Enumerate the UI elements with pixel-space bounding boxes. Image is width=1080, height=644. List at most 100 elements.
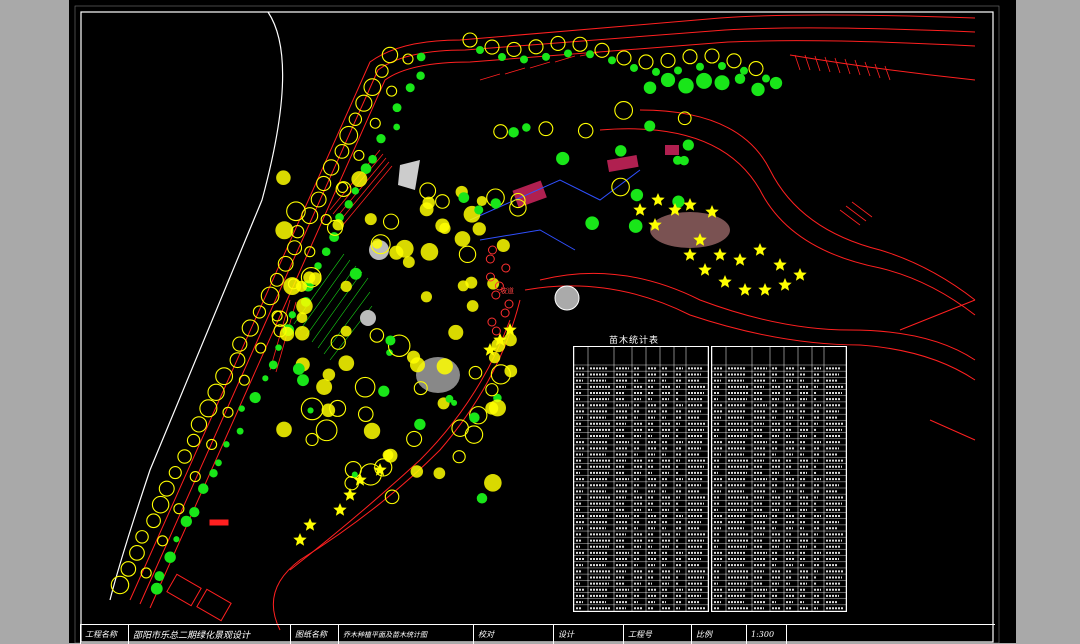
tree-symbol: [363, 78, 382, 97]
shrub-symbol: [522, 123, 531, 132]
project-label: 工程名称: [81, 625, 129, 644]
plant-table-right: [711, 346, 847, 612]
tree-symbol: [260, 286, 280, 306]
dense-tree-symbol: [279, 326, 295, 342]
shrub-symbol: [474, 205, 484, 215]
tree-symbol: [402, 53, 414, 65]
tree-symbol: [577, 122, 594, 139]
palm-symbol: [778, 278, 792, 291]
shrub-symbol: [508, 127, 519, 138]
tree-symbol: [238, 374, 250, 386]
shrub-symbol: [180, 515, 192, 528]
shrub-symbol: [608, 56, 616, 65]
tree-symbol: [419, 182, 437, 200]
pavilion: [398, 160, 420, 190]
plant-table-left: [573, 346, 709, 612]
tree-symbol: [369, 117, 381, 129]
palm-symbol: [718, 275, 732, 288]
tree-symbol: [406, 430, 423, 447]
shrub-symbol: [249, 391, 261, 404]
shrub-symbol: [490, 198, 501, 209]
tree-symbol: [528, 39, 544, 55]
tree-symbol: [241, 319, 259, 337]
shrub-symbol: [351, 187, 360, 195]
shrub-symbol: [368, 154, 377, 164]
shrub-symbol: [476, 493, 488, 504]
tree-symbol: [572, 36, 588, 52]
dense-tree-symbol: [383, 448, 398, 463]
dense-tree-symbol: [439, 222, 451, 235]
dense-tree-symbol: [296, 312, 308, 324]
tree-symbol: [156, 535, 169, 547]
tree-symbol: [704, 48, 720, 64]
checker-label: 校对: [474, 625, 554, 644]
tree-symbol: [348, 112, 363, 126]
tree-symbol: [538, 121, 554, 137]
plant-table-title: 苗木统计表: [609, 336, 660, 346]
tree-symbol: [451, 419, 469, 437]
tree-symbol: [146, 513, 161, 529]
flowering-tree-symbol: [485, 254, 495, 264]
shrub-symbol: [769, 76, 783, 90]
tree-symbol: [140, 567, 152, 579]
dense-tree-symbol: [472, 222, 486, 236]
flowering-tree-symbol: [500, 308, 510, 318]
shrub-symbol: [223, 441, 230, 448]
shrub-symbol: [307, 407, 314, 414]
tree-symbol: [386, 85, 398, 97]
tree-symbol: [135, 530, 149, 544]
shrub-symbol: [262, 375, 269, 382]
shrub-symbol: [628, 219, 643, 233]
shrub-symbol: [458, 192, 470, 203]
tree-symbol: [458, 245, 477, 264]
tree-symbol: [493, 124, 508, 139]
tree-symbol: [357, 406, 374, 422]
shrub-symbol: [674, 66, 682, 75]
title-block: 工程名称 邵阳市乐总二期绿化景观设计 图纸名称 乔木种植平面及苗木统计图 校对 …: [80, 624, 995, 644]
shrub-symbol: [696, 62, 704, 71]
shrub-symbol: [288, 311, 296, 319]
flowering-tree-symbol: [487, 245, 497, 255]
shrub-symbol: [344, 200, 353, 209]
dense-tree-symbol: [275, 221, 294, 240]
dense-tree-symbol: [332, 219, 344, 231]
tree-symbol: [222, 406, 234, 418]
dense-tree-symbol: [466, 300, 479, 312]
palm-symbol: [683, 248, 697, 261]
shrub-symbol: [150, 582, 163, 595]
tree-symbol: [748, 60, 764, 77]
tree-symbol: [452, 450, 466, 464]
plaza-circle-2: [360, 310, 376, 326]
shrub-symbol: [164, 551, 176, 563]
shrub-symbol: [740, 66, 748, 75]
tree-symbol: [435, 194, 450, 209]
tree-symbol: [384, 489, 400, 505]
tree-symbol: [310, 191, 327, 208]
shrub-symbol: [392, 103, 402, 113]
shrub-symbol: [630, 63, 638, 72]
dense-tree-symbol: [454, 231, 471, 247]
tree-symbol: [353, 149, 365, 161]
tree-symbol: [232, 336, 248, 352]
plaza-circle-3: [554, 285, 580, 311]
flowering-tree-symbol: [491, 290, 501, 300]
dense-tree-symbol: [295, 280, 308, 292]
tree-symbol: [616, 50, 632, 66]
drawing-label: 图纸名称: [291, 625, 339, 644]
dense-tree-symbol: [457, 280, 469, 292]
tree-symbol: [330, 334, 346, 350]
blue-paths: [469, 169, 641, 251]
shrub-symbol: [556, 151, 570, 166]
shrub-symbol: [416, 71, 425, 81]
shrub-symbol: [416, 52, 426, 62]
dense-tree-symbol: [363, 422, 381, 440]
palm-symbol: [698, 263, 712, 276]
shrub-symbol: [585, 216, 599, 230]
cad-model-space[interactable]: 坡道 苗木统计表: [69, 0, 1016, 643]
drawing-no-label: 工程号: [624, 625, 692, 644]
tree-symbol: [255, 342, 267, 354]
palm-symbol: [303, 518, 317, 531]
right-gray-margin: [1016, 0, 1080, 643]
shrub-symbol: [385, 335, 396, 346]
shrub-symbol: [644, 120, 656, 132]
